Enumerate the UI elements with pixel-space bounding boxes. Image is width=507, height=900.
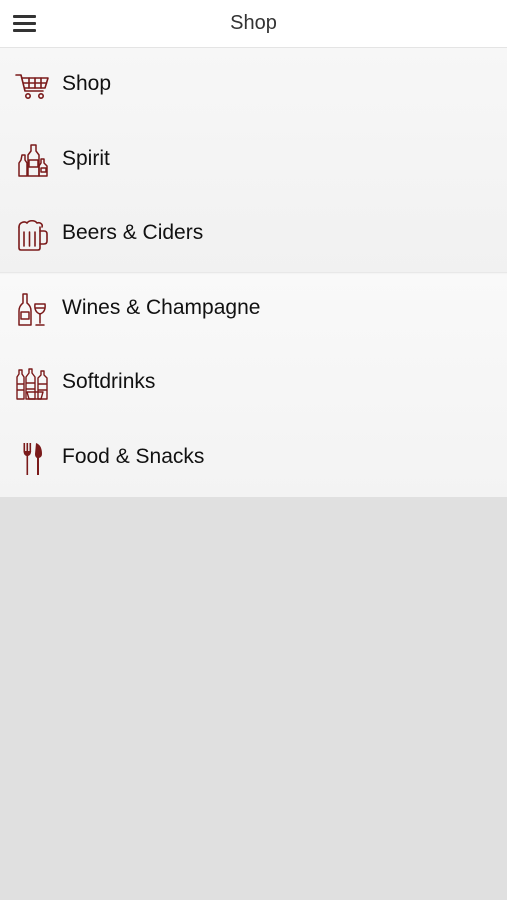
menu-item-label: Spirit [62, 146, 110, 170]
beer-mug-icon [14, 217, 50, 253]
menu-item-softdrinks[interactable]: Softdrinks [0, 346, 507, 421]
app-header: Shop [0, 0, 507, 48]
menu-item-label: Shop [62, 72, 112, 95]
menu-item-spirit[interactable]: Spirit [0, 123, 507, 198]
menu-item-label: Softdrinks [62, 370, 156, 393]
softdrink-bottles-icon [14, 366, 50, 402]
shopping-cart-icon [14, 68, 50, 104]
section-divider [0, 272, 507, 273]
fork-knife-icon [14, 441, 50, 477]
category-menu: Shop Spirit Beers & Ciders Wines & Champ… [0, 48, 507, 497]
page-title: Shop [230, 12, 277, 34]
menu-item-food-snacks[interactable]: Food & Snacks [0, 421, 507, 496]
menu-item-label: Food & Snacks [62, 444, 205, 468]
menu-item-shop[interactable]: Shop [0, 48, 507, 123]
menu-item-label: Wines & Champagne [62, 295, 261, 319]
spirit-bottles-icon [14, 143, 50, 179]
menu-item-wines-champagne[interactable]: Wines & Champagne [0, 272, 507, 347]
menu-item-beers-ciders[interactable]: Beers & Ciders [0, 197, 507, 272]
wine-bottle-glass-icon [14, 292, 50, 328]
menu-item-label: Beers & Ciders [62, 221, 204, 244]
